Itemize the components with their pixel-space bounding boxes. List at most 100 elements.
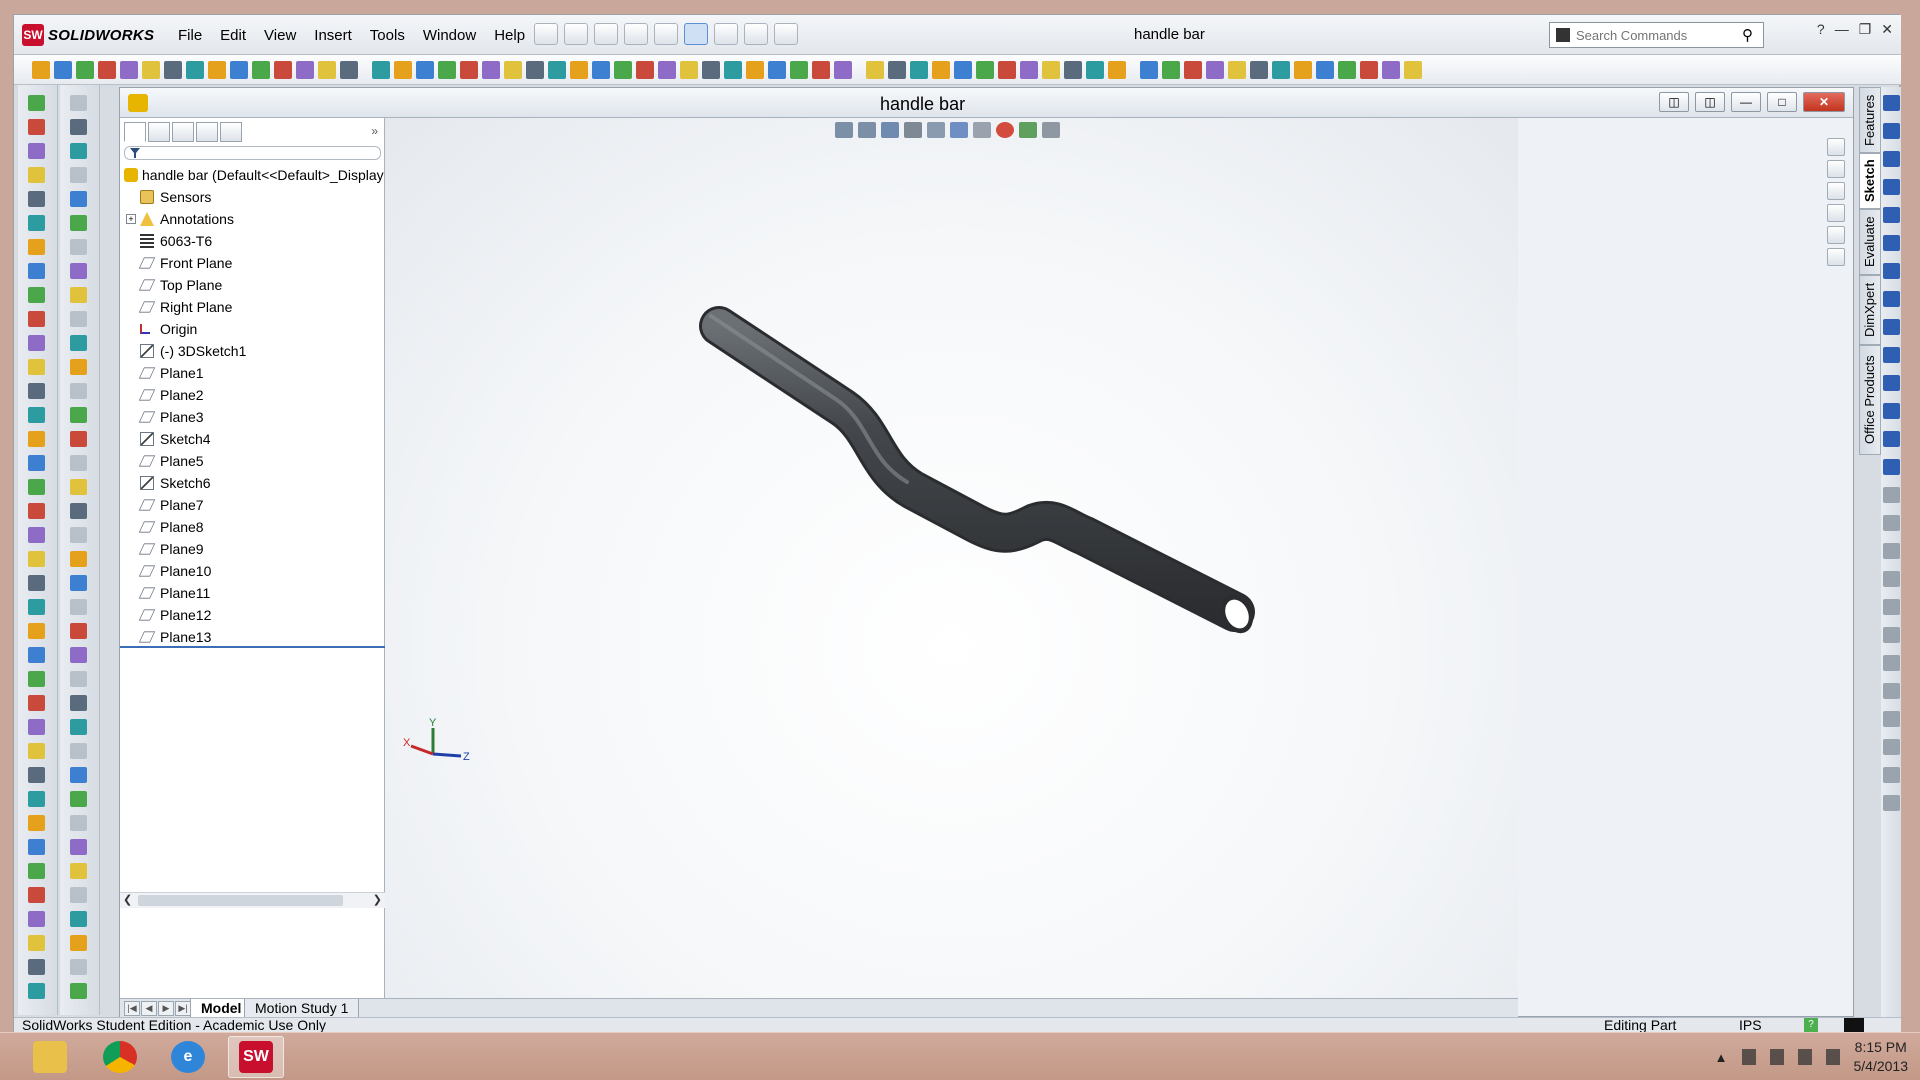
tab-motion-study-1[interactable]: Motion Study 1 bbox=[244, 999, 360, 1018]
menu-file[interactable]: File bbox=[169, 25, 211, 46]
sketch-tool-icon[interactable] bbox=[1883, 627, 1900, 643]
appearances-scenes-icon[interactable] bbox=[1827, 226, 1845, 244]
menu-insert[interactable]: Insert bbox=[305, 25, 361, 46]
toolbar-tool-icon[interactable] bbox=[28, 335, 45, 351]
toolbar-command-icon[interactable] bbox=[680, 61, 698, 79]
battery-icon[interactable] bbox=[1769, 1049, 1784, 1065]
scroll-right-icon[interactable]: ❯ bbox=[373, 893, 382, 906]
toolbar-tool-icon[interactable] bbox=[28, 719, 45, 735]
toolbar-tool-icon[interactable] bbox=[70, 599, 87, 615]
sketch-tool-icon[interactable] bbox=[1883, 375, 1900, 391]
toolbar-tool-icon[interactable] bbox=[28, 767, 45, 783]
sketch-tool-icon[interactable] bbox=[1883, 739, 1900, 755]
toolbar-tool-icon[interactable] bbox=[28, 263, 45, 279]
toolbar-command-icon[interactable] bbox=[186, 61, 204, 79]
toolbar-tool-icon[interactable] bbox=[28, 887, 45, 903]
toolbar-command-icon[interactable] bbox=[1108, 61, 1126, 79]
sketch-tool-icon[interactable] bbox=[1883, 403, 1900, 419]
toolbar-command-icon[interactable] bbox=[658, 61, 676, 79]
toolbar-tool-icon[interactable] bbox=[28, 191, 45, 207]
toolbar-tool-icon[interactable] bbox=[70, 479, 87, 495]
toolbar-tool-icon[interactable] bbox=[70, 455, 87, 471]
toolbar-tool-icon[interactable] bbox=[28, 647, 45, 663]
toolbar-tool-icon[interactable] bbox=[28, 695, 45, 711]
toolbar-command-icon[interactable] bbox=[54, 61, 72, 79]
toolbar-command-icon[interactable] bbox=[120, 61, 138, 79]
toolbar-tool-icon[interactable] bbox=[70, 671, 87, 687]
toolbar-tool-icon[interactable] bbox=[70, 503, 87, 519]
toolbar-tool-icon[interactable] bbox=[70, 191, 87, 207]
sketch-tool-icon[interactable] bbox=[1883, 515, 1900, 531]
toolbar-tool-icon[interactable] bbox=[70, 767, 87, 783]
tab-features[interactable]: Features bbox=[1859, 87, 1881, 153]
toolbar-command-icon[interactable] bbox=[98, 61, 116, 79]
tree-item[interactable]: Plane3 bbox=[120, 406, 385, 428]
units-status[interactable]: IPS bbox=[1739, 1017, 1762, 1033]
toolbar-tool-icon[interactable] bbox=[28, 95, 45, 111]
menu-help[interactable]: Help bbox=[485, 25, 534, 46]
tree-item[interactable]: Plane8 bbox=[120, 516, 385, 538]
toolbar-command-icon[interactable] bbox=[570, 61, 588, 79]
tree-item[interactable]: (-) 3DSketch1 bbox=[120, 340, 385, 362]
taskbar-file-explorer[interactable] bbox=[22, 1036, 78, 1078]
toolbar-tool-icon[interactable] bbox=[28, 599, 45, 615]
toolbar-tool-icon[interactable] bbox=[28, 983, 45, 999]
menu-window[interactable]: Window bbox=[414, 25, 485, 46]
tree-item[interactable]: Plane13 bbox=[120, 626, 385, 646]
toolbar-tool-icon[interactable] bbox=[28, 167, 45, 183]
toolbar-tool-icon[interactable] bbox=[28, 863, 45, 879]
toolbar-tool-icon[interactable] bbox=[70, 95, 87, 111]
open-button[interactable] bbox=[564, 23, 588, 45]
toolbar-tool-icon[interactable] bbox=[28, 815, 45, 831]
new-document-button[interactable] bbox=[534, 23, 558, 45]
expand-toggle-icon[interactable]: + bbox=[126, 214, 136, 224]
graphics-area[interactable]: Y Z X bbox=[385, 118, 1518, 998]
toolbar-tool-icon[interactable] bbox=[28, 527, 45, 543]
toolbar-command-icon[interactable] bbox=[274, 61, 292, 79]
last-tab-icon[interactable]: ▶| bbox=[175, 1001, 191, 1016]
taskbar-solidworks[interactable]: SW bbox=[228, 1036, 284, 1078]
toolbar-tool-icon[interactable] bbox=[70, 719, 87, 735]
network-signal-icon[interactable] bbox=[1797, 1049, 1812, 1065]
toolbar-command-icon[interactable] bbox=[1382, 61, 1400, 79]
configurationmanager-tab[interactable] bbox=[172, 122, 194, 142]
toolbar-tool-icon[interactable] bbox=[70, 215, 87, 231]
toolbar-command-icon[interactable] bbox=[1064, 61, 1082, 79]
sketch-tool-icon[interactable] bbox=[1883, 459, 1900, 475]
doc-maximize-button[interactable]: □ bbox=[1767, 92, 1797, 112]
tree-item[interactable]: Plane10 bbox=[120, 560, 385, 582]
tree-filter-box[interactable] bbox=[124, 146, 381, 160]
tree-item[interactable]: Plane12 bbox=[120, 604, 385, 626]
search-icon[interactable]: ⚲ bbox=[1742, 26, 1753, 44]
sketch-tool-icon[interactable] bbox=[1883, 795, 1900, 811]
next-tab-icon[interactable]: ▶ bbox=[158, 1001, 174, 1016]
toolbar-tool-icon[interactable] bbox=[70, 359, 87, 375]
toolbar-tool-icon[interactable] bbox=[70, 647, 87, 663]
toolbar-command-icon[interactable] bbox=[998, 61, 1016, 79]
sketch-tool-icon[interactable] bbox=[1883, 123, 1900, 139]
toolbar-tool-icon[interactable] bbox=[70, 143, 87, 159]
sketch-tool-icon[interactable] bbox=[1883, 571, 1900, 587]
sketch-tool-icon[interactable] bbox=[1883, 711, 1900, 727]
toolbar-command-icon[interactable] bbox=[1316, 61, 1334, 79]
tile-horizontal-button[interactable]: ◫ bbox=[1659, 92, 1689, 112]
taskbar-internet-explorer[interactable]: e bbox=[160, 1036, 216, 1078]
dimxpertmanager-tab[interactable] bbox=[196, 122, 218, 142]
action-center-flag-icon[interactable] bbox=[1741, 1049, 1756, 1065]
toolbar-command-icon[interactable] bbox=[1042, 61, 1060, 79]
tree-root-part[interactable]: handle bar (Default<<Default>_Display St… bbox=[120, 164, 385, 186]
toolbar-command-icon[interactable] bbox=[230, 61, 248, 79]
toolbar-command-icon[interactable] bbox=[548, 61, 566, 79]
toolbar-command-icon[interactable] bbox=[866, 61, 884, 79]
sketch-tool-icon[interactable] bbox=[1883, 487, 1900, 503]
toolbar-tool-icon[interactable] bbox=[28, 959, 45, 975]
tree-item[interactable]: Plane1 bbox=[120, 362, 385, 384]
toolbar-tool-icon[interactable] bbox=[70, 287, 87, 303]
tree-item[interactable]: Plane9 bbox=[120, 538, 385, 560]
toolbar-command-icon[interactable] bbox=[208, 61, 226, 79]
tree-item[interactable]: Top Plane bbox=[120, 274, 385, 296]
toolbar-command-icon[interactable] bbox=[834, 61, 852, 79]
toolbar-command-icon[interactable] bbox=[372, 61, 390, 79]
toolbar-command-icon[interactable] bbox=[614, 61, 632, 79]
menu-edit[interactable]: Edit bbox=[211, 25, 255, 46]
